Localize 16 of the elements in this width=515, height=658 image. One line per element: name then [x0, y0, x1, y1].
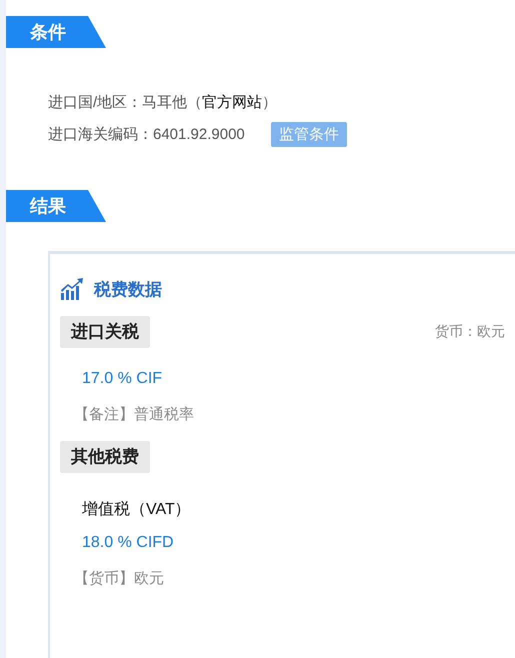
fee-name: 增值税（VAT） [81, 500, 192, 520]
customs-code-label: 进口海关编码：6401.92.9000 [48, 124, 245, 144]
country-label: 进口国/地区：马耳他（ [48, 92, 202, 112]
note-text: 【备注】普通税率 [73, 405, 195, 424]
rate-text: 17.0 % CIF [81, 370, 164, 388]
currency-text: 货币：欧元 [435, 323, 505, 341]
section-header: 结果 [6, 190, 106, 222]
section-tag: 其他税费 [60, 441, 150, 473]
section-tag: 进口关税 [60, 316, 150, 348]
rate-text: 18.0 % CIFD [81, 534, 175, 552]
card-title: 税费数据 [94, 278, 162, 300]
country-label-close: ） [262, 92, 278, 112]
bar-chart-trend-icon [60, 278, 84, 300]
section-header: 条件 [6, 16, 106, 48]
official-site-link[interactable]: 官方网站 [202, 92, 262, 112]
note-text: 【货币】欧元 [73, 569, 165, 588]
